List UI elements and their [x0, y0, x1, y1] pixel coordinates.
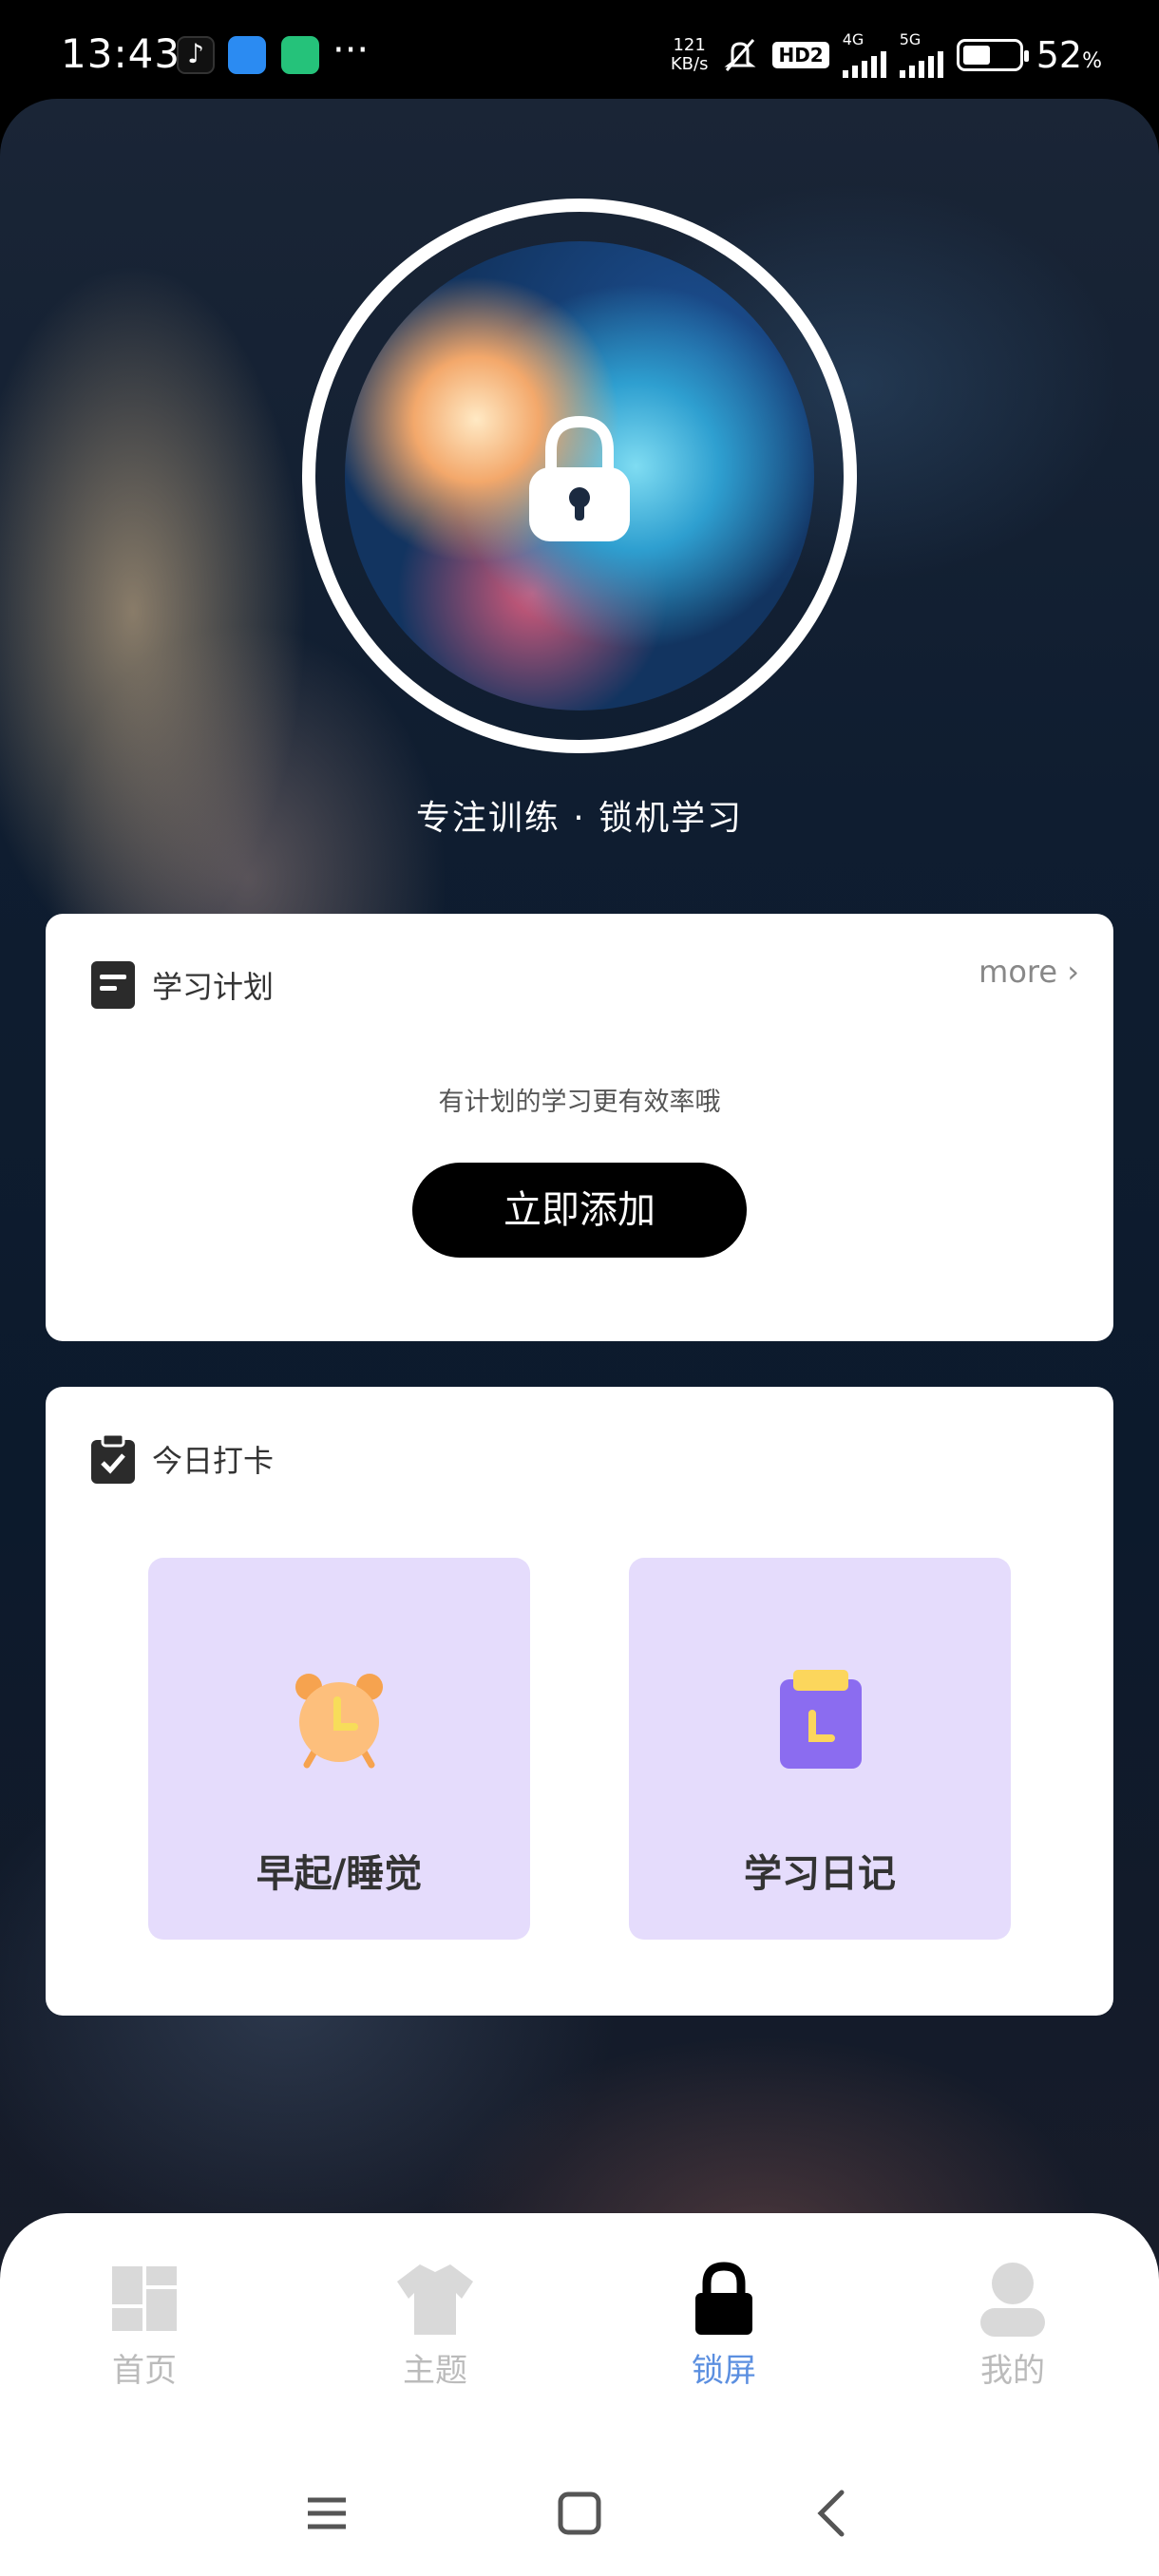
- study-plan-card: 学习计划 more › 有计划的学习更有效率哦 立即添加: [46, 914, 1113, 1341]
- daily-checkin-title: 今日打卡: [152, 1443, 275, 1479]
- home-grid-icon: [112, 2266, 177, 2331]
- tab-label: 锁屏: [692, 2352, 756, 2390]
- document-icon: [91, 961, 135, 1009]
- checkin-tile-label: 学习日记: [744, 1852, 896, 1896]
- hd-badge: HD2: [772, 42, 829, 68]
- checkin-tile-wake-sleep[interactable]: 早起/睡觉: [148, 1558, 530, 1940]
- app-notification-icon: [281, 36, 319, 74]
- study-plan-header: 学习计划: [91, 961, 274, 1009]
- daily-checkin-card: 今日打卡 早起/睡觉 学习日记: [46, 1387, 1113, 2016]
- tab-label: 首页: [112, 2352, 177, 2390]
- tiktok-notification-icon: ♪: [177, 36, 215, 74]
- mute-icon: [724, 39, 756, 71]
- battery-percent: 52%: [1036, 34, 1102, 76]
- tab-home[interactable]: 首页: [59, 2261, 230, 2391]
- clipboard-check-icon: [91, 1434, 135, 1484]
- checkin-tile-study-diary[interactable]: 学习日记: [629, 1558, 1011, 1940]
- battery-icon: [956, 39, 1029, 71]
- tshirt-icon: [397, 2264, 473, 2335]
- more-link[interactable]: more ›: [978, 954, 1079, 990]
- tab-theme[interactable]: 主题: [350, 2261, 521, 2391]
- lockscreen-main: 专注训练 · 锁机学习 学习计划 more › 有计划的学习更有效率哦 立即添加…: [0, 99, 1159, 2445]
- tab-label: 主题: [403, 2352, 467, 2390]
- home-square-icon[interactable]: [551, 2485, 608, 2542]
- user-icon: [980, 2263, 1045, 2337]
- study-plan-title: 学习计划: [152, 969, 275, 1005]
- more-notifications-icon: ···: [332, 28, 370, 72]
- hero-caption: 专注训练 · 锁机学习: [415, 799, 744, 838]
- tab-profile[interactable]: 我的: [927, 2261, 1098, 2391]
- alarm-clock-icon: [295, 1674, 383, 1769]
- back-icon[interactable]: [804, 2485, 861, 2542]
- lock-icon: [695, 2262, 752, 2335]
- daily-checkin-header: 今日打卡: [91, 1434, 274, 1484]
- tab-label: 我的: [980, 2352, 1045, 2390]
- diary-clipboard-icon: [780, 1670, 862, 1769]
- network-speed: 121 KB/s: [670, 35, 709, 74]
- status-time: 13:43: [61, 30, 181, 77]
- chevron-right-icon: ›: [1067, 954, 1079, 990]
- checkin-tile-label: 早起/睡觉: [256, 1852, 423, 1896]
- menu-icon[interactable]: [298, 2485, 355, 2542]
- tab-lockscreen[interactable]: 锁屏: [638, 2261, 809, 2394]
- compass-notification-icon: [228, 36, 266, 74]
- add-plan-button[interactable]: 立即添加: [412, 1163, 747, 1258]
- system-navigation-bar: [0, 2470, 1159, 2546]
- signal-5g-icon: 5G: [899, 32, 943, 78]
- signal-4g-icon: 4G: [842, 32, 886, 78]
- status-bar: 13:43 ♪ ··· 121 KB/s HD2 4G 5G 52%: [0, 0, 1159, 104]
- lock-icon[interactable]: [525, 412, 634, 545]
- study-plan-hint: 有计划的学习更有效率哦: [438, 1088, 721, 1117]
